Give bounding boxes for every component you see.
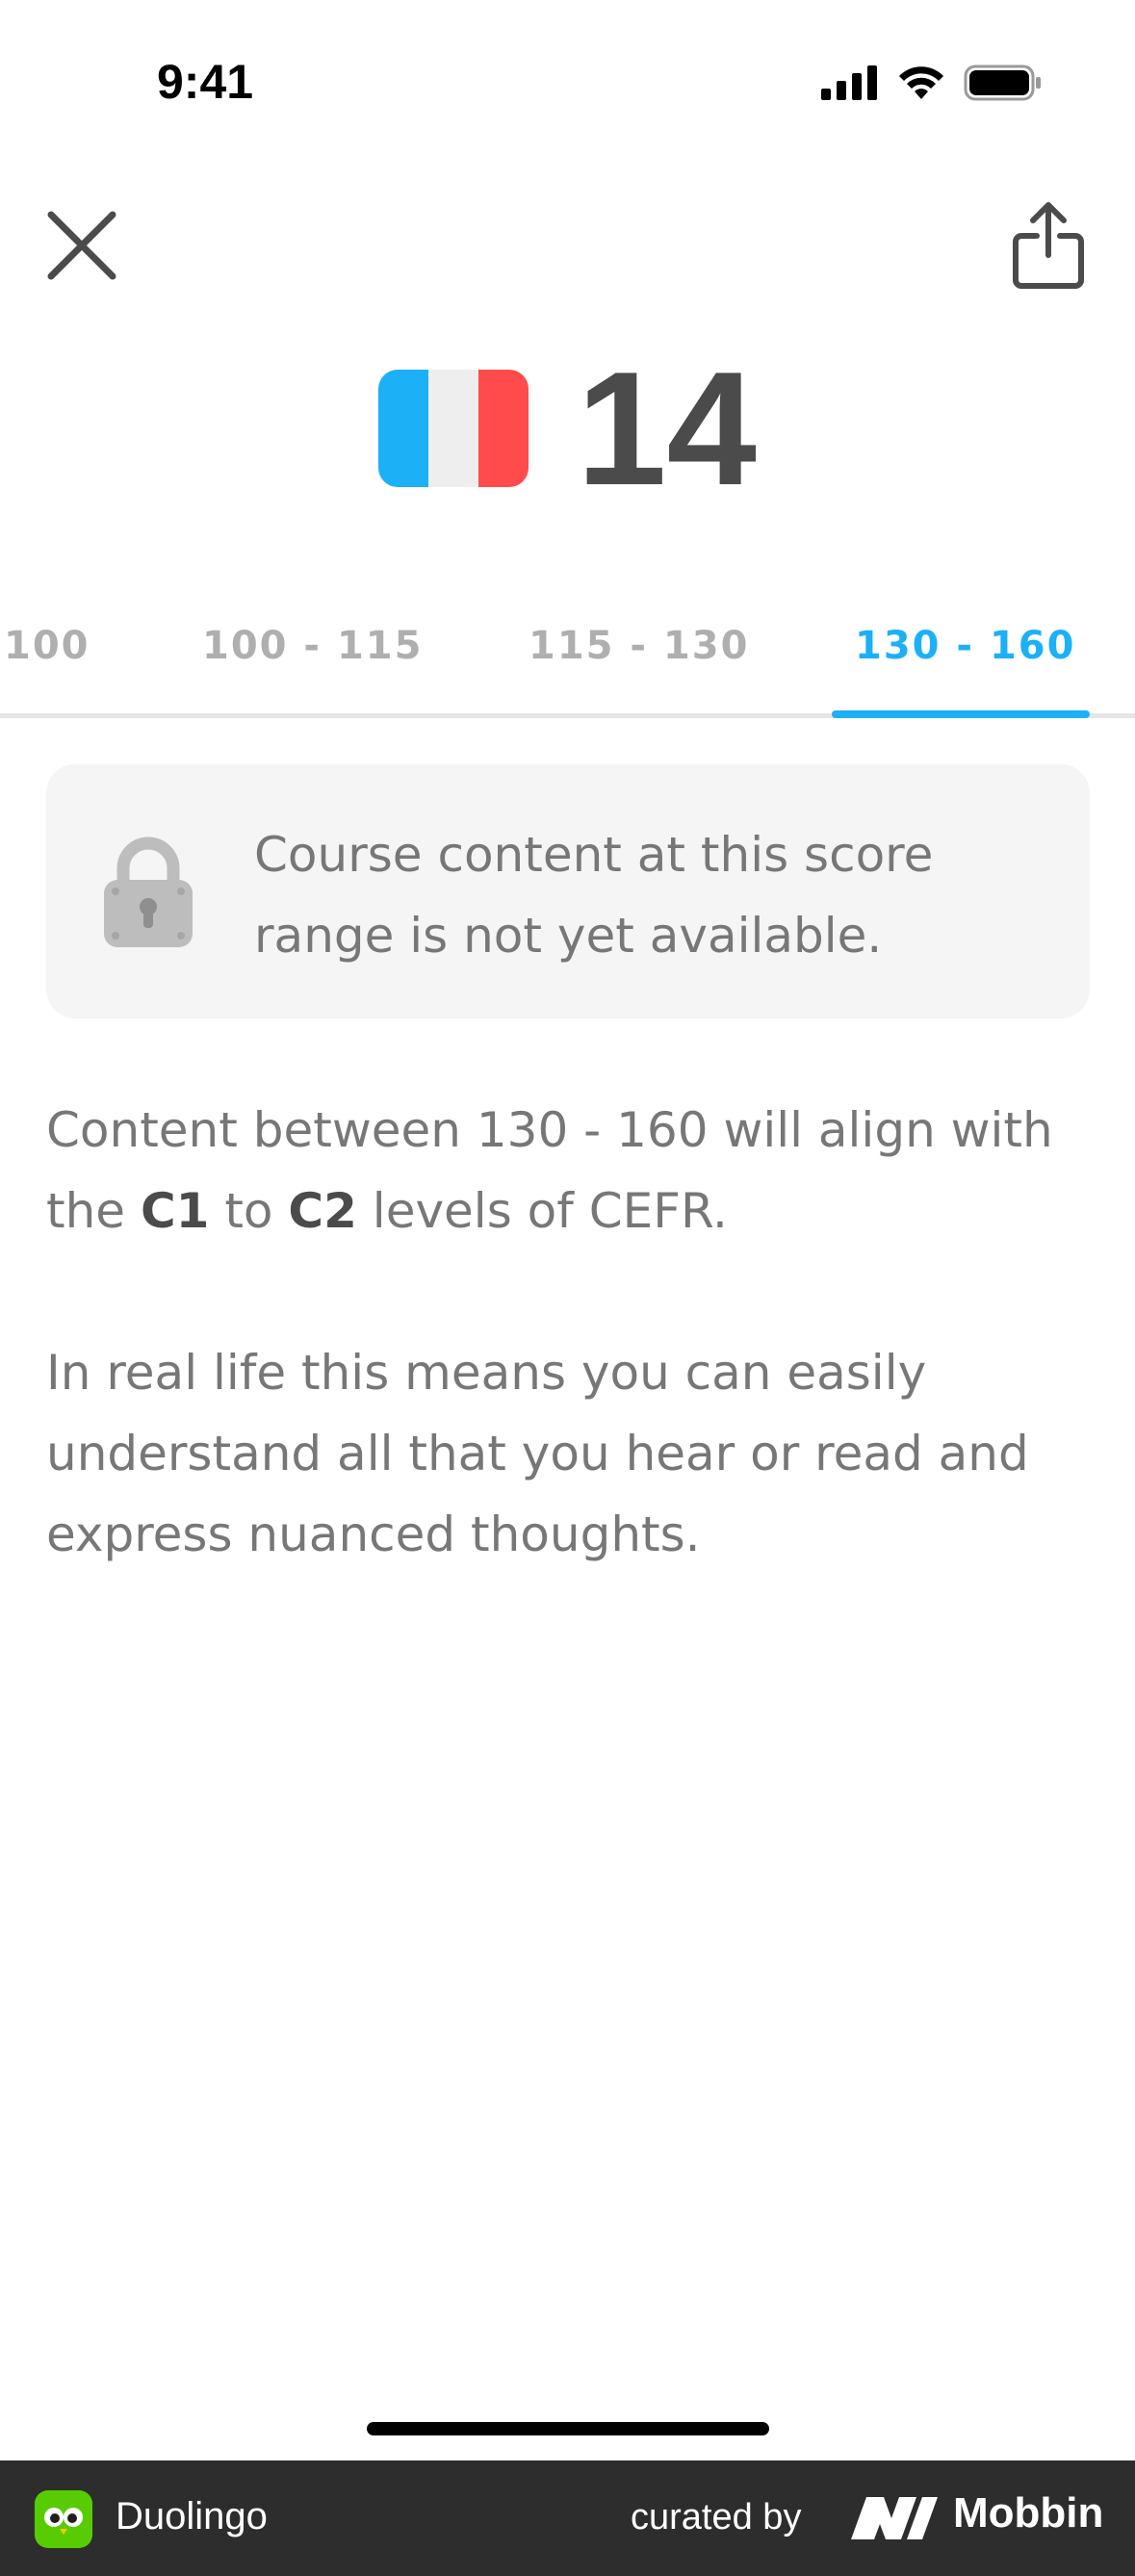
footer-brand: Mobbin bbox=[953, 2489, 1104, 2537]
notice-text: Course content at this score range is no… bbox=[254, 827, 934, 964]
close-icon bbox=[47, 211, 116, 280]
tab-range-115-130[interactable]: 115 - 130 bbox=[529, 624, 749, 668]
status-time: 9:41 bbox=[157, 55, 254, 109]
real-life-description: In real life this means you can easily u… bbox=[46, 1345, 1029, 1562]
score-header: 14 bbox=[0, 347, 1135, 510]
home-indicator[interactable] bbox=[367, 2422, 769, 2435]
battery-icon bbox=[964, 64, 1041, 101]
cefr-text-connector: to bbox=[209, 1183, 289, 1239]
share-icon bbox=[1013, 202, 1084, 289]
tab-range-100[interactable]: 100 bbox=[4, 624, 90, 668]
cellular-signal-icon bbox=[821, 65, 877, 100]
share-button[interactable] bbox=[1000, 193, 1096, 298]
flag-stripe-white bbox=[428, 370, 479, 487]
score-value: 14 bbox=[577, 338, 757, 519]
status-bar: 9:41 bbox=[0, 0, 1135, 154]
flag-stripe-red bbox=[478, 370, 529, 487]
wifi-icon bbox=[899, 66, 943, 99]
mobbin-logo-icon bbox=[851, 2497, 938, 2539]
footer-bar: Duolingo curated by Mobbin bbox=[0, 2460, 1135, 2576]
cefr-level-to: C2 bbox=[288, 1183, 357, 1239]
status-icons bbox=[821, 62, 1043, 104]
active-tab-indicator bbox=[832, 710, 1090, 718]
unavailable-notice: Course content at this score range is no… bbox=[46, 764, 1090, 1018]
lock-icon bbox=[104, 837, 193, 947]
flag-stripe-blue bbox=[378, 370, 429, 487]
footer-app-name: Duolingo bbox=[116, 2495, 268, 2537]
cefr-level-from: C1 bbox=[140, 1183, 210, 1239]
tab-range-100-115[interactable]: 100 - 115 bbox=[202, 624, 423, 668]
score-range-tabs: 100 100 - 115 115 - 130 130 - 160 bbox=[0, 597, 1135, 718]
close-button[interactable] bbox=[39, 202, 125, 289]
cefr-alignment-text: Content between 130 - 160 will align wit… bbox=[46, 1090, 1096, 1251]
cefr-text-suffix: levels of CEFR. bbox=[356, 1183, 728, 1239]
duolingo-owl-icon bbox=[35, 2490, 92, 2548]
footer-curated-by: curated by bbox=[631, 2497, 802, 2537]
tab-range-130-160[interactable]: 130 - 160 bbox=[855, 624, 1075, 668]
france-flag-icon bbox=[378, 370, 529, 487]
